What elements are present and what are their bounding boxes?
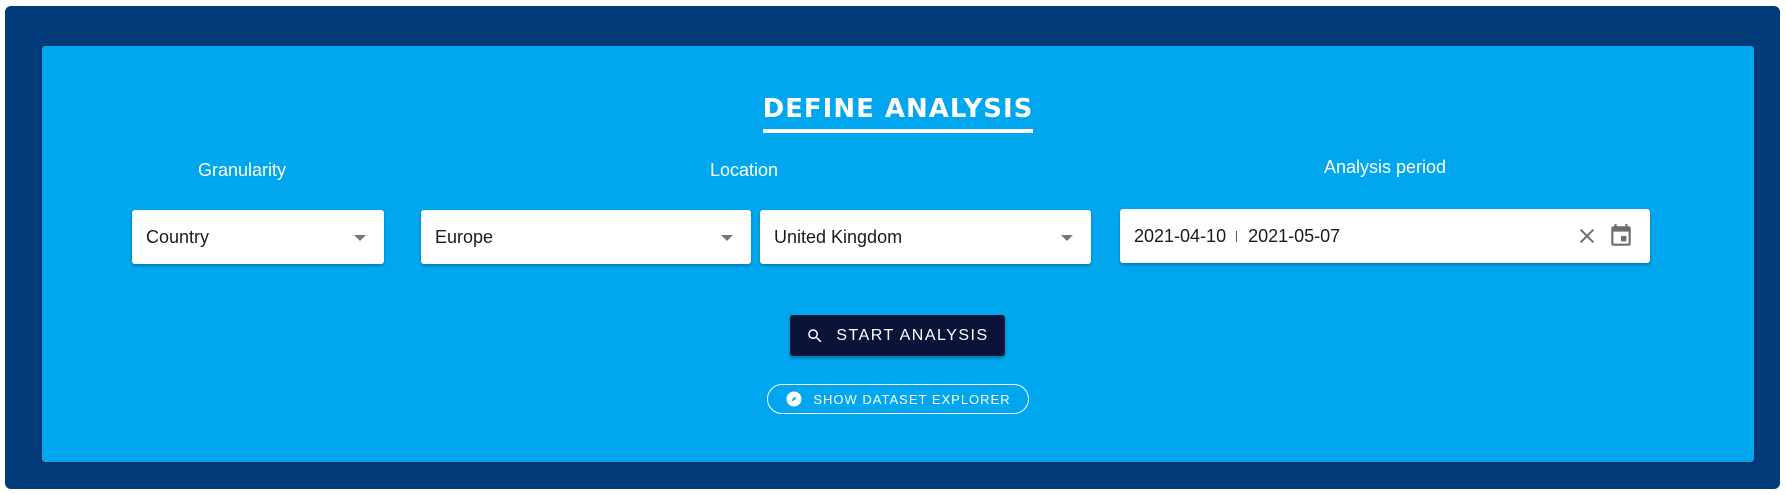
page-title: DEFINE ANALYSIS bbox=[762, 94, 1034, 133]
title-wrapper: DEFINE ANALYSIS bbox=[42, 94, 1754, 133]
granularity-select[interactable]: Country bbox=[132, 210, 384, 264]
period-label: Analysis period bbox=[1323, 157, 1447, 177]
start-analysis-button[interactable]: START ANALYSIS bbox=[790, 315, 1005, 356]
search-icon bbox=[808, 328, 822, 342]
show-dataset-explorer-button[interactable]: SHOW DATASET EXPLORER bbox=[767, 384, 1029, 414]
caret-down-icon bbox=[354, 235, 366, 241]
region-value: Europe bbox=[435, 226, 494, 247]
close-icon[interactable] bbox=[1575, 224, 1599, 248]
start-analysis-label: START ANALYSIS bbox=[836, 326, 989, 344]
granularity-label: Granularity bbox=[197, 160, 287, 180]
define-analysis-panel: DEFINE ANALYSIS Granularity Country Loca… bbox=[42, 46, 1754, 462]
location-label: Location bbox=[709, 160, 779, 180]
date-separator bbox=[1236, 230, 1238, 242]
start-date[interactable]: 2021-04-10 bbox=[1134, 226, 1226, 247]
show-dataset-explorer-label: SHOW DATASET EXPLORER bbox=[813, 391, 1011, 407]
caret-down-icon bbox=[1061, 235, 1073, 241]
country-value: United Kingdom bbox=[774, 226, 903, 247]
granularity-value: Country bbox=[146, 226, 210, 247]
caret-down-icon bbox=[721, 235, 733, 241]
country-select[interactable]: United Kingdom bbox=[760, 210, 1091, 264]
region-select[interactable]: Europe bbox=[421, 210, 751, 264]
app-frame: DEFINE ANALYSIS Granularity Country Loca… bbox=[5, 6, 1780, 489]
date-range-picker[interactable]: 2021-04-10 2021-05-07 bbox=[1120, 209, 1650, 263]
end-date[interactable]: 2021-05-07 bbox=[1248, 226, 1340, 247]
compass-icon bbox=[786, 391, 802, 407]
calendar-icon[interactable] bbox=[1608, 223, 1634, 249]
